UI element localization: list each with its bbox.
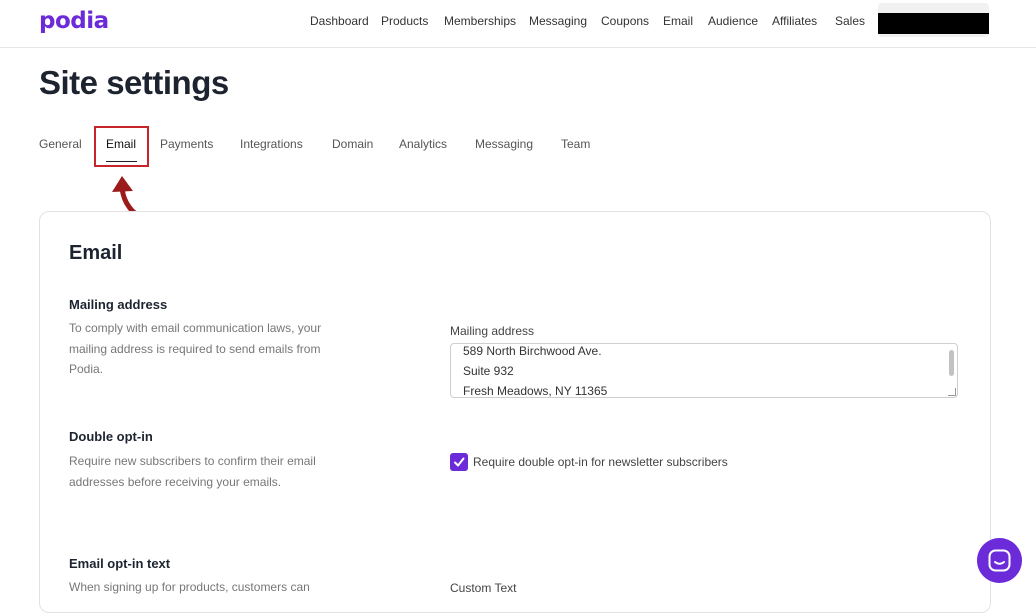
- mailing-address-title: Mailing address: [69, 297, 168, 312]
- account-menu-redacted[interactable]: [878, 3, 989, 37]
- textarea-scrollbar[interactable]: [949, 350, 954, 376]
- email-settings-card: [39, 211, 991, 613]
- description-line: addresses before receiving your emails.: [69, 474, 282, 489]
- tab-domain[interactable]: Domain: [332, 137, 373, 151]
- nav-sales[interactable]: Sales: [835, 14, 865, 28]
- description-line: Require new subscribers to confirm their…: [69, 454, 316, 468]
- tab-analytics[interactable]: Analytics: [399, 137, 447, 151]
- redaction-bar: [878, 13, 989, 34]
- description-line: mailing address is required to send emai…: [69, 341, 321, 356]
- email-opt-in-text-title: Email opt-in text: [69, 556, 171, 571]
- double-opt-in-description: Require new subscribers to confirm their…: [69, 451, 359, 492]
- checkmark-icon: [454, 457, 465, 467]
- podia-logo[interactable]: podia: [39, 8, 109, 34]
- double-opt-in-title: Double opt-in: [69, 429, 153, 444]
- nav-email[interactable]: Email: [663, 14, 693, 28]
- double-opt-in-checkbox[interactable]: [450, 453, 468, 471]
- card-title: Email: [69, 242, 123, 264]
- description-line: Podia.: [69, 362, 104, 376]
- email-opt-in-text-description: When signing up for products, customers …: [69, 580, 310, 594]
- nav-memberships[interactable]: Memberships: [444, 14, 516, 28]
- address-line: 589 North Birchwood Ave.: [463, 344, 602, 358]
- address-line: Suite 932: [463, 364, 514, 378]
- custom-text-label: Custom Text: [450, 581, 517, 595]
- nav-audience[interactable]: Audience: [708, 14, 758, 28]
- mailing-address-textarea[interactable]: 589 North Birchwood Ave. Suite 932 Fresh…: [450, 343, 958, 398]
- description-line: To comply with email communication laws,…: [69, 321, 322, 335]
- nav-affiliates[interactable]: Affiliates: [772, 14, 817, 28]
- tab-payments[interactable]: Payments: [160, 137, 213, 151]
- page-title: Site settings: [39, 64, 229, 101]
- address-line: Fresh Meadows, NY 11365: [463, 384, 608, 398]
- nav-coupons[interactable]: Coupons: [601, 14, 649, 28]
- tab-messaging[interactable]: Messaging: [475, 137, 533, 151]
- double-opt-in-checkbox-label[interactable]: Require double opt-in for newsletter sub…: [473, 455, 728, 469]
- chat-launcher-button[interactable]: [977, 538, 1022, 583]
- tab-general[interactable]: General: [39, 137, 82, 151]
- nav-messaging[interactable]: Messaging: [529, 14, 587, 28]
- textarea-resize-handle[interactable]: [948, 388, 956, 396]
- tab-team[interactable]: Team: [561, 137, 590, 151]
- email-tab-highlight: [94, 126, 149, 167]
- mailing-address-description: To comply with email communication laws,…: [69, 318, 359, 380]
- chat-bubble-icon: [988, 549, 1011, 572]
- tab-integrations[interactable]: Integrations: [240, 137, 303, 151]
- mailing-address-label: Mailing address: [450, 324, 535, 338]
- nav-dashboard[interactable]: Dashboard: [310, 14, 369, 28]
- nav-products[interactable]: Products: [381, 14, 428, 28]
- top-navigation: podia Dashboard Products Memberships Mes…: [0, 0, 1036, 48]
